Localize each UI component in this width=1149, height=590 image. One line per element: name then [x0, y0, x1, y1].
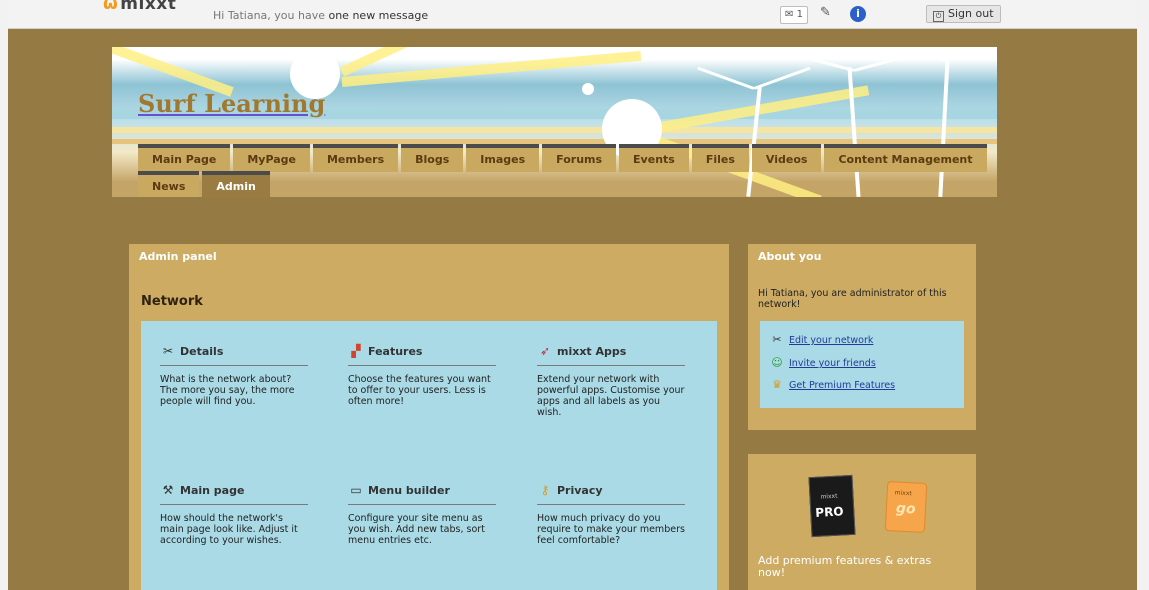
messages-button[interactable]: ✉ 1 — [780, 6, 808, 24]
invite-icon: ☺ — [771, 356, 783, 369]
feature-main-page[interactable]: ⚒ Main page How should the network's main… — [160, 482, 308, 546]
feature-privacy[interactable]: ⚷ Privacy How much privacy do you require… — [537, 482, 685, 546]
invite-friends-label[interactable]: Invite your friends — [789, 358, 876, 369]
site-title[interactable]: Surf Learning — [138, 89, 325, 118]
about-you-links: ✂ Edit your network ☺ Invite your friends … — [760, 321, 964, 408]
wrench-icon: ⚒ — [162, 483, 174, 497]
tab-events[interactable]: Events — [619, 144, 689, 172]
header-banner: Surf Learning Main Page MyPage Members Blog… — [112, 47, 997, 197]
tab-images[interactable]: Images — [466, 144, 540, 172]
about-you-panel: About you Hi Tatiana, you are administra… — [748, 244, 976, 430]
edit-network-link[interactable]: ✂ Edit your network — [770, 333, 873, 346]
palm-frond — [853, 50, 923, 72]
about-you-title: About you — [758, 250, 822, 263]
feature-menu-builder-desc: Configure your site menu as you wish. Ad… — [348, 513, 485, 546]
feature-details-desc: What is the network about? The more you … — [160, 374, 295, 407]
main-menu-row-1: Main Page MyPage Members Blogs Images Forums E… — [138, 144, 987, 172]
sign-out-label: Sign out — [948, 7, 994, 20]
feature-mixxt-apps[interactable]: ➶ mixxt Apps Extend your network with pow… — [537, 343, 685, 418]
info-icon[interactable]: i — [850, 6, 866, 22]
logo-text: mixxt — [120, 0, 177, 14]
feature-main-page-title[interactable]: Main page — [180, 484, 244, 497]
tab-content-management[interactable]: Content Management — [824, 144, 987, 172]
mixxt-go-box[interactable]: mixxt go — [884, 480, 928, 534]
feature-features-header[interactable]: ▞ Features — [348, 343, 496, 366]
admin-panel: Admin panel Network ✂ Details What is the… — [129, 244, 729, 590]
feature-main-page-desc: How should the network's main page look … — [160, 513, 298, 546]
feature-features-desc: Choose the features you want to offer to… — [348, 374, 491, 407]
feature-apps-header[interactable]: ➶ mixxt Apps — [537, 343, 685, 366]
feature-menu-builder[interactable]: ▭ Menu builder Configure your site menu a… — [348, 482, 496, 546]
sign-out-button[interactable]: ⏻ Sign out — [926, 5, 1001, 23]
top-bar: ω mixxt Hi Tatiana, you have one new mess… — [8, 0, 1137, 29]
crown-icon: ♛ — [772, 378, 782, 391]
feature-features[interactable]: ▞ Features Choose the features you want t… — [348, 343, 496, 407]
tab-main-page[interactable]: Main Page — [138, 144, 231, 172]
about-you-text: Hi Tatiana, you are administrator of thi… — [758, 288, 947, 310]
feature-apps-title[interactable]: mixxt Apps — [557, 345, 626, 358]
palm-frond — [943, 47, 990, 62]
mixxt-pro-box[interactable]: mixxt PRO — [808, 474, 856, 538]
palm-frond — [785, 50, 855, 72]
tools-icon[interactable]: ✎ — [820, 5, 831, 20]
admin-panel-title: Admin panel — [139, 250, 217, 263]
network-section-title: Network — [141, 294, 203, 309]
page: ω mixxt Hi Tatiana, you have one new mess… — [8, 0, 1137, 590]
feature-main-page-header[interactable]: ⚒ Main page — [160, 482, 308, 505]
sun-shape — [582, 83, 594, 95]
palm-frond — [753, 66, 811, 90]
feature-privacy-title[interactable]: Privacy — [557, 484, 603, 497]
premium-features-link[interactable]: ♛ Get Premium Features — [770, 378, 895, 391]
blocks-icon: ▞ — [351, 344, 361, 358]
tab-admin[interactable]: Admin — [202, 171, 270, 197]
feature-privacy-header[interactable]: ⚷ Privacy — [537, 482, 685, 505]
mixxt-logo-icon: ω — [103, 0, 119, 14]
feature-features-title[interactable]: Features — [368, 345, 422, 358]
feature-privacy-desc: How much privacy do you require to make … — [537, 513, 685, 546]
message-count: 1 — [796, 9, 803, 20]
greeting-text: Hi Tatiana, you have — [213, 9, 325, 22]
network-feature-box: ✂ Details What is the network about? The … — [141, 321, 717, 590]
go-box-label: go — [895, 500, 916, 518]
tools-icon: ✂ — [162, 344, 174, 358]
feature-menu-builder-header[interactable]: ▭ Menu builder — [348, 482, 496, 505]
tab-videos[interactable]: Videos — [751, 144, 822, 172]
feature-apps-desc: Extend your network with powerful apps. … — [537, 374, 685, 418]
invite-friends-link[interactable]: ☺ Invite your friends — [770, 356, 876, 369]
tab-blogs[interactable]: Blogs — [401, 144, 464, 172]
premium-text[interactable]: Add premium features & extras now! — [758, 555, 958, 579]
palm-frond — [697, 66, 755, 90]
feature-menu-builder-title[interactable]: Menu builder — [368, 484, 450, 497]
greeting: Hi Tatiana, you have one new message — [213, 9, 428, 22]
go-box-brand: mixxt — [894, 489, 912, 498]
tab-mypage[interactable]: MyPage — [233, 144, 310, 172]
main-menu-row-2: News Admin — [138, 171, 270, 197]
tab-news[interactable]: News — [138, 171, 200, 197]
key-icon: ⚷ — [540, 483, 550, 497]
rocket-icon: ➶ — [539, 344, 551, 358]
tab-members[interactable]: Members — [312, 144, 399, 172]
pro-box-label: PRO — [814, 504, 844, 520]
new-message-link[interactable]: one new message — [328, 9, 428, 22]
feature-details-header[interactable]: ✂ Details — [160, 343, 308, 366]
banner-stripe — [112, 127, 997, 133]
pro-box-brand: mixxt — [820, 492, 838, 501]
tools-icon: ✂ — [772, 333, 782, 346]
tab-forums[interactable]: Forums — [542, 144, 617, 172]
feature-details[interactable]: ✂ Details What is the network about? The … — [160, 343, 308, 407]
menu-icon: ▭ — [350, 483, 362, 497]
premium-panel: mixxt PRO mixxt go Add premium features … — [748, 454, 976, 590]
sign-out-icon: ⏻ — [933, 11, 944, 22]
premium-features-label[interactable]: Get Premium Features — [789, 380, 895, 391]
feature-details-title[interactable]: Details — [180, 345, 223, 358]
tab-files[interactable]: Files — [691, 144, 749, 172]
mixxt-logo[interactable]: ω mixxt — [103, 0, 176, 14]
edit-network-label[interactable]: Edit your network — [789, 335, 873, 346]
